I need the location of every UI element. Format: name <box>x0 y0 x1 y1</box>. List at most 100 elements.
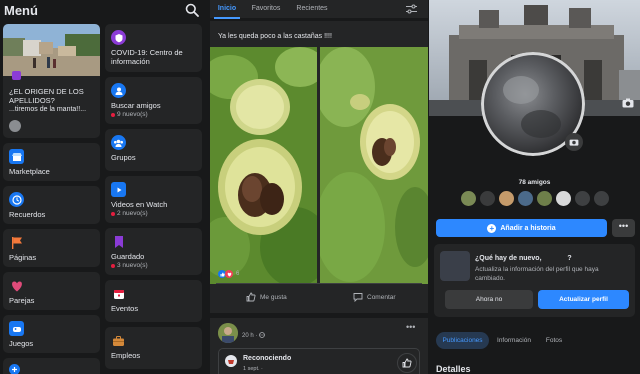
shared-date: 1 sept. · <box>243 366 263 372</box>
filter-sliders-icon[interactable] <box>406 4 417 14</box>
camera-icon <box>569 139 579 146</box>
post-text: Ya les queda poco a las castañas !!!! <box>218 33 332 40</box>
new-count-badge: 9 nuevo(s) <box>111 111 148 118</box>
shared-content-card[interactable]: Reconociendo 1 sept. · <box>218 348 420 374</box>
tab-fotos[interactable]: Fotos <box>539 332 569 349</box>
feed-post: Ya les queda poco a las castañas !!!! 6 … <box>210 21 428 313</box>
marketplace-icon <box>9 149 24 164</box>
post-time-text: 20 h · <box>242 333 258 339</box>
update-card-thumbnail <box>440 251 470 281</box>
menu-card-watch[interactable]: Videos en Watch 2 nuevo(s) <box>105 176 202 223</box>
shared-page-avatar <box>225 355 237 367</box>
news-thumbnail-image <box>3 24 100 76</box>
thumbs-up-icon <box>402 358 412 368</box>
news-badge-icon <box>12 71 21 80</box>
new-count-text: 2 nuevo(s) <box>117 210 148 217</box>
reaction-summary[interactable]: 6 <box>218 270 239 278</box>
profile-camera-button[interactable] <box>565 133 583 151</box>
update-profile-button[interactable]: Actualizar perfil <box>538 290 629 309</box>
friend-avatar[interactable] <box>480 191 495 206</box>
tab-recientes[interactable]: Recientes <box>294 0 330 17</box>
friend-avatar[interactable] <box>537 191 552 206</box>
menu-header: Menú <box>0 0 209 22</box>
dating-heart-icon <box>9 278 24 293</box>
menu-card-label: Recuerdos <box>9 210 46 219</box>
menu-card-dating[interactable]: Parejas <box>3 272 100 310</box>
more-options-button[interactable]: ••• <box>612 219 635 237</box>
friends-count[interactable]: 78 amigos <box>429 179 640 186</box>
new-count-badge: 3 nuevo(s) <box>111 262 148 269</box>
menu-card-pages[interactable]: Páginas <box>3 229 100 267</box>
friend-avatar[interactable] <box>499 191 514 206</box>
friend-avatar[interactable] <box>461 191 476 206</box>
events-calendar-icon <box>111 286 126 301</box>
update-profile-card: ¿Qué hay de nuevo, ? Actualiza la inform… <box>434 244 635 317</box>
news-shortcut-card[interactable]: ¿EL ORIGEN DE LOS APELLIDOS? ...tiremos … <box>3 24 100 138</box>
author-avatar[interactable] <box>218 323 238 343</box>
menu-card-label: Juegos <box>9 339 34 348</box>
menu-card-label: Parejas <box>9 296 35 305</box>
friend-avatar[interactable] <box>556 191 571 206</box>
comment-button[interactable]: Comentar <box>353 291 396 303</box>
saved-bookmark-icon <box>111 234 126 249</box>
globe-icon <box>259 332 265 338</box>
jobs-briefcase-icon <box>111 333 126 348</box>
camera-icon[interactable] <box>622 98 634 108</box>
notification-dot <box>111 211 115 216</box>
post-timestamp: 20 h · <box>242 332 265 339</box>
memories-icon <box>9 192 24 207</box>
menu-card-label: Eventos <box>111 304 139 313</box>
gaming-icon <box>9 321 24 336</box>
friend-avatar[interactable] <box>594 191 609 206</box>
menu-card-covid[interactable]: COVID-19: Centro de información <box>105 24 202 72</box>
menu-card-groups[interactable]: Grupos <box>105 129 202 171</box>
tab-publicaciones[interactable]: Publicaciones <box>436 332 489 349</box>
comment-bubble-icon <box>353 293 363 302</box>
post-divider <box>216 283 422 284</box>
tab-favoritos[interactable]: Favoritos <box>248 0 284 17</box>
watch-video-icon <box>111 182 126 197</box>
menu-panel: Menú ¿EL ORIGEN DE LOS APELLIDOS? ...tir… <box>0 0 209 374</box>
menu-card-label: Videos en Watch <box>111 200 168 209</box>
feed-tab-bar: Inicio Favoritos Recientes <box>210 0 428 19</box>
find-friends-icon <box>111 83 126 98</box>
menu-card-label: Guardado <box>111 252 145 261</box>
menu-card-gaming[interactable]: Juegos <box>3 315 100 353</box>
menu-card-memories[interactable]: Recuerdos <box>3 186 100 224</box>
thumbs-up-icon <box>246 292 256 302</box>
friend-avatar[interactable] <box>575 191 590 206</box>
menu-card-marketplace[interactable]: Marketplace <box>3 143 100 181</box>
add-to-story-button[interactable]: + Añadir a historia <box>436 219 607 237</box>
post-options-button[interactable]: ••• <box>406 322 415 332</box>
post-photo-right[interactable] <box>320 47 428 284</box>
tab-informacion[interactable]: Información <box>493 332 535 349</box>
not-now-button[interactable]: Ahora no <box>445 290 533 309</box>
post-photo-left[interactable] <box>210 47 317 284</box>
update-title-text: ¿Qué hay de nuevo, <box>475 255 542 262</box>
menu-card-jobs[interactable]: Empleos <box>105 327 202 369</box>
menu-card-saved[interactable]: Guardado 3 nuevo(s) <box>105 228 202 275</box>
comment-label: Comentar <box>367 293 396 301</box>
friends-avatars-row <box>461 191 613 206</box>
feed-post: 20 h · ••• Reconociendo 1 sept. · <box>210 318 428 374</box>
menu-card-events[interactable]: Eventos <box>105 280 202 322</box>
search-icon[interactable] <box>185 3 199 17</box>
update-title-end: ? <box>567 255 572 262</box>
menu-card-label: Empleos <box>111 351 141 360</box>
plus-circle-icon <box>9 364 20 374</box>
notification-dot <box>111 112 115 117</box>
menu-card-find-friends[interactable]: Buscar amigos 9 nuevo(s) <box>105 77 202 124</box>
love-reaction-icon <box>225 270 233 278</box>
tab-inicio[interactable]: Inicio <box>214 0 240 17</box>
page-like-button[interactable] <box>397 353 417 373</box>
menu-card-partial[interactable] <box>3 358 100 374</box>
menu-card-label: Buscar amigos <box>111 101 161 110</box>
like-button[interactable]: Me gusta <box>246 291 287 303</box>
like-label: Me gusta <box>260 293 287 301</box>
shared-page-title: Reconociendo <box>243 355 292 362</box>
update-card-description: Actualiza la información del perfil que … <box>475 266 599 282</box>
new-count-text: 3 nuevo(s) <box>117 262 148 269</box>
profile-panel: 78 amigos + Añadir a historia ••• ¿Qué h… <box>429 0 640 374</box>
pages-flag-icon <box>9 235 24 250</box>
friend-avatar[interactable] <box>518 191 533 206</box>
